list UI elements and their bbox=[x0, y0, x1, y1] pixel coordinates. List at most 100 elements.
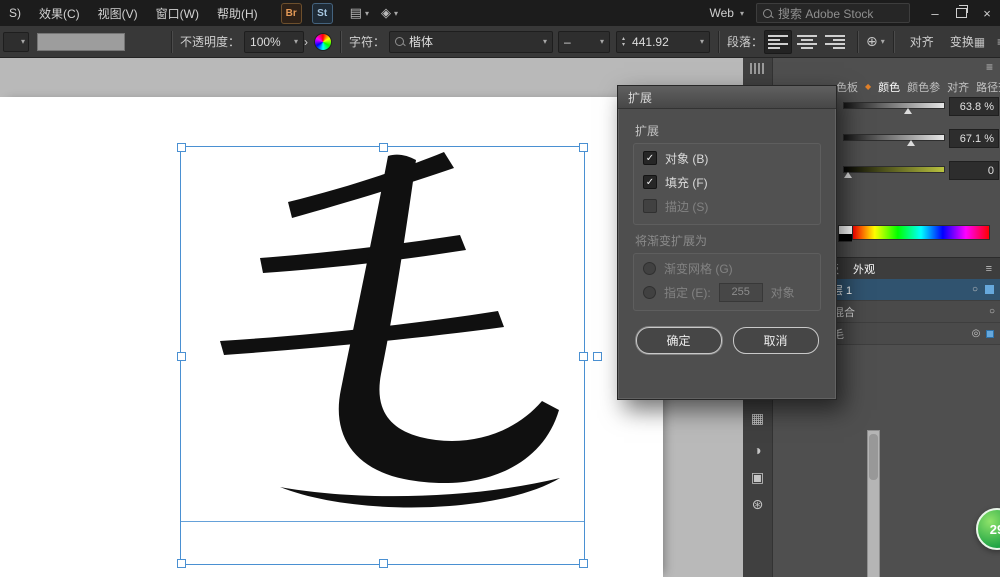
opacity-dropdown[interactable]: 100% ▾ bbox=[244, 31, 304, 53]
stock-search-input[interactable]: 搜索 Adobe Stock bbox=[756, 3, 910, 23]
selection-color-chip[interactable] bbox=[986, 330, 994, 338]
grid-options-icon[interactable]: ▦ bbox=[974, 35, 985, 49]
artboard-panel-icon[interactable]: ▦ bbox=[743, 405, 772, 431]
minimize-button[interactable]: – bbox=[922, 0, 948, 26]
dock-menu-icon[interactable]: ≡ bbox=[986, 60, 993, 74]
document-setup-globe-icon[interactable]: ⊕ ▾ bbox=[866, 33, 885, 50]
align-panel-label[interactable]: 对齐 bbox=[910, 33, 934, 50]
target-double-circle-icon[interactable]: ◎ bbox=[968, 328, 984, 339]
selection-inner-edge bbox=[180, 521, 585, 522]
chevron-down-icon: ▾ bbox=[600, 37, 604, 46]
selection-handle[interactable] bbox=[579, 143, 588, 152]
transform-panel-label[interactable]: 变换 bbox=[950, 33, 974, 50]
layer-name[interactable]: 图层 1 bbox=[821, 282, 967, 298]
stroke-variable-dropdown[interactable]: ▾ bbox=[3, 32, 29, 52]
workspace-label: Web bbox=[710, 6, 734, 20]
selection-handle[interactable] bbox=[579, 352, 588, 361]
font-size-stepper[interactable]: ▴▾ 441.92 ▾ bbox=[616, 31, 710, 53]
target-circle-icon[interactable]: ○ bbox=[967, 284, 983, 295]
settings-gear-icon[interactable]: ⊛ bbox=[743, 491, 772, 517]
selection-color-chip[interactable] bbox=[985, 285, 994, 294]
slider-thumb-icon[interactable] bbox=[844, 172, 852, 178]
stock-icon[interactable]: St bbox=[312, 3, 333, 24]
selection-handle-outer[interactable] bbox=[593, 352, 602, 361]
symbols-panel-icon[interactable]: ▣ bbox=[743, 464, 772, 490]
font-style-dropdown[interactable]: – ▾ bbox=[558, 31, 610, 53]
panel-scrollbar[interactable] bbox=[867, 430, 880, 577]
font-size-value: 441.92 bbox=[632, 35, 669, 49]
chevron-down-icon: ▾ bbox=[294, 37, 298, 46]
recolor-artwork-icon[interactable] bbox=[314, 33, 332, 51]
checkbox-row-fill[interactable]: ✓ 填充 (F) bbox=[643, 170, 811, 194]
chevron-down-icon: ▾ bbox=[365, 9, 369, 18]
specify-count-field: 255 bbox=[719, 283, 763, 302]
align-right-button[interactable] bbox=[822, 31, 848, 53]
font-family-dropdown[interactable]: 楷体 ▾ bbox=[389, 31, 553, 53]
checkbox-row-object[interactable]: ✓ 对象 (B) bbox=[643, 146, 811, 170]
align-left-button[interactable] bbox=[764, 30, 792, 54]
dialog-title-bar[interactable]: 扩展 bbox=[618, 86, 836, 109]
search-placeholder: 搜索 Adobe Stock bbox=[778, 5, 873, 22]
layer-name[interactable]: 毛 bbox=[833, 326, 968, 342]
black-swatch[interactable] bbox=[839, 234, 852, 242]
gradient-sphere-icon[interactable]: ◑ bbox=[743, 437, 772, 463]
selection-bounding-box[interactable] bbox=[180, 146, 585, 565]
color-slider-row bbox=[843, 102, 945, 109]
tab-pathfinder[interactable]: 路径查 bbox=[976, 79, 1000, 95]
color-value-field[interactable]: 63.8 % bbox=[949, 97, 999, 116]
selection-handle[interactable] bbox=[579, 559, 588, 568]
menu-item-truncated[interactable]: S) bbox=[0, 6, 30, 20]
checkbox-label: 描边 (S) bbox=[665, 198, 708, 215]
checkbox-checked-icon[interactable]: ✓ bbox=[643, 175, 657, 189]
tab-swatches[interactable]: 色板 bbox=[836, 79, 858, 95]
align-center-button[interactable] bbox=[794, 31, 820, 53]
menu-bar: S) 效果(C) 视图(V) 窗口(W) 帮助(H) Br St ▤ ▾ ◈ ▾… bbox=[0, 0, 1000, 26]
stepper-arrows-icon[interactable]: ▴▾ bbox=[622, 36, 625, 48]
selection-handle[interactable] bbox=[177, 352, 186, 361]
menu-item-window[interactable]: 窗口(W) bbox=[147, 5, 208, 22]
slider-thumb-icon[interactable] bbox=[904, 108, 912, 114]
layer-name[interactable]: 混合 bbox=[833, 304, 984, 320]
scrollbar-thumb[interactable] bbox=[869, 434, 878, 480]
menu-item-help[interactable]: 帮助(H) bbox=[208, 5, 267, 22]
color-slider-track[interactable] bbox=[843, 134, 945, 141]
opacity-flyout-button[interactable]: › bbox=[304, 32, 308, 52]
menu-item-effect[interactable]: 效果(C) bbox=[30, 5, 89, 22]
selection-handle[interactable] bbox=[177, 559, 186, 568]
ok-button[interactable]: 确定 bbox=[636, 327, 722, 354]
tab-color[interactable]: 颜色 bbox=[878, 79, 900, 95]
tab-appearance[interactable]: 外观 bbox=[853, 261, 875, 277]
gradient-section-group: 渐变网格 (G) 指定 (E): 255 对象 bbox=[633, 253, 821, 311]
separator bbox=[171, 31, 172, 53]
close-button[interactable]: × bbox=[974, 0, 1000, 26]
selection-handle[interactable] bbox=[379, 143, 388, 152]
tab-color-guide[interactable]: 颜色参 bbox=[907, 79, 940, 95]
arrange-documents-icon[interactable]: ▤ ▾ bbox=[350, 5, 369, 21]
color-slider-track[interactable] bbox=[843, 102, 945, 109]
slider-thumb-icon[interactable] bbox=[907, 140, 915, 146]
workspace-switcher[interactable]: Web ▾ bbox=[710, 6, 744, 20]
selection-handle[interactable] bbox=[379, 559, 388, 568]
dock-grip[interactable] bbox=[750, 63, 765, 74]
selection-handle[interactable] bbox=[177, 143, 186, 152]
menu-item-view[interactable]: 视图(V) bbox=[89, 5, 147, 22]
color-value-field[interactable]: 67.1 % bbox=[949, 129, 999, 148]
expand-section-label: 扩展 bbox=[635, 122, 821, 139]
workspace-tool-icon[interactable]: ◈ ▾ bbox=[381, 5, 398, 21]
target-circle-icon[interactable]: ○ bbox=[984, 306, 1000, 317]
chevron-down-icon: ▾ bbox=[394, 9, 398, 18]
opacity-value: 100% bbox=[250, 35, 281, 49]
rainbow-spectrum-bar[interactable] bbox=[852, 225, 990, 240]
cancel-button[interactable]: 取消 bbox=[733, 327, 819, 354]
white-black-swatches[interactable] bbox=[838, 225, 852, 242]
checkbox-checked-icon[interactable]: ✓ bbox=[643, 151, 657, 165]
panel-menu-icon[interactable]: ≡ bbox=[986, 263, 992, 275]
tab-align[interactable]: 对齐 bbox=[947, 79, 969, 95]
color-slider-track[interactable] bbox=[843, 166, 945, 173]
chevron-down-icon: ▾ bbox=[740, 9, 744, 18]
color-spectrum[interactable] bbox=[838, 225, 990, 240]
bridge-icon[interactable]: Br bbox=[281, 3, 302, 24]
white-swatch[interactable] bbox=[839, 226, 852, 234]
color-value-field[interactable]: 0 bbox=[949, 161, 999, 180]
restore-button[interactable] bbox=[948, 0, 974, 26]
